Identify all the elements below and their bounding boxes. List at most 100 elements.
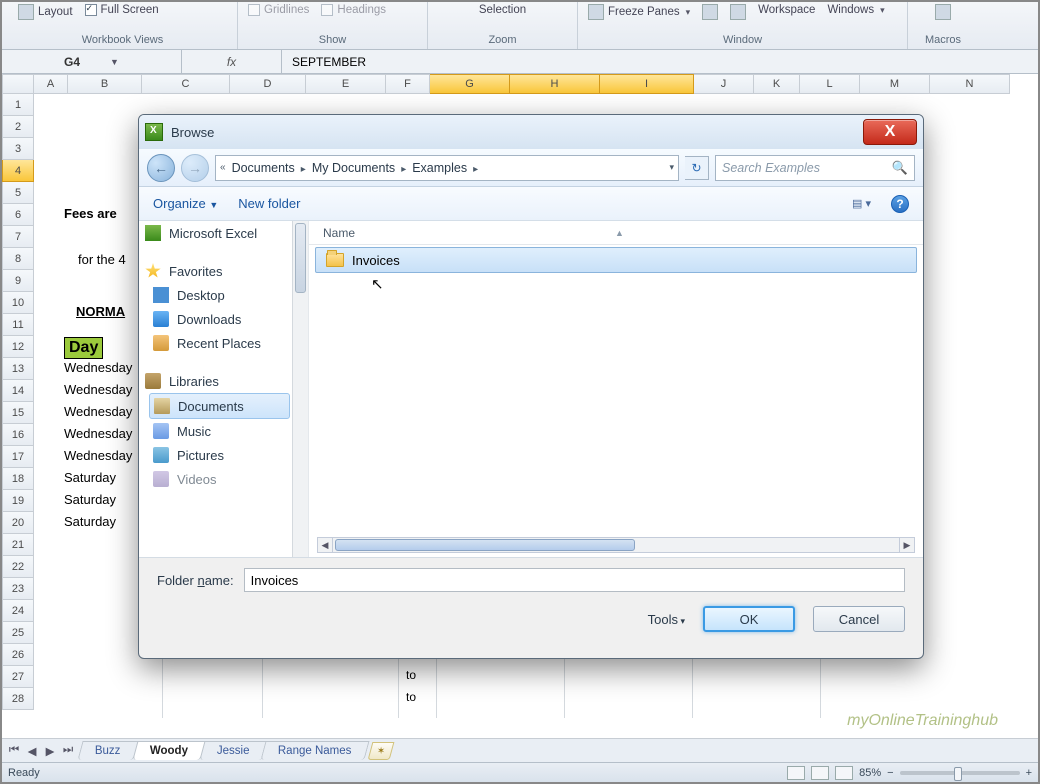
close-button[interactable]: X [863,119,917,145]
sidebar-item-music[interactable]: Music [139,419,308,443]
row-header-11[interactable]: 11 [2,314,34,336]
cancel-button[interactable]: Cancel [813,606,905,632]
layout-button[interactable]: Layout [18,4,73,20]
sidebar-item-documents[interactable]: Documents [149,393,290,419]
fullscreen-checkbox[interactable]: Full Screen [85,4,159,16]
zoom-slider[interactable] [900,771,1020,775]
fx-icon[interactable]: fx [182,50,282,73]
breadcrumb[interactable]: « Documents My Documents Examples ▾ [215,155,679,181]
tab-nav-next[interactable]: ▶ [42,743,58,759]
col-header-C[interactable]: C [142,74,230,94]
organize-menu[interactable]: Organize ▼ [153,196,218,211]
col-header-L[interactable]: L [800,74,860,94]
list-hscrollbar[interactable]: ◀▶ [317,537,915,553]
workspace-button[interactable]: Workspace [758,4,815,16]
sheet-tab-woody[interactable]: Woody [132,741,205,760]
view-options-button[interactable]: ▤ ▾ [852,197,871,210]
gridlines-checkbox[interactable]: Gridlines [248,4,309,16]
row-header-20[interactable]: 20 [2,512,34,534]
tab-nav-first[interactable]: ⏮ [6,743,22,759]
row-header-3[interactable]: 3 [2,138,34,160]
new-sheet-button[interactable]: ✶ [367,742,394,760]
ok-button[interactable]: OK [703,606,795,632]
sheet-tab-range-names[interactable]: Range Names [261,741,370,760]
sidebar-item-videos[interactable]: Videos [139,467,308,491]
col-header-F[interactable]: F [386,74,430,94]
row-header-21[interactable]: 21 [2,534,34,556]
list-header-name[interactable]: Name▲ [309,221,923,245]
row-header-2[interactable]: 2 [2,116,34,138]
col-header-J[interactable]: J [694,74,754,94]
sheet-tab-buzz[interactable]: Buzz [77,741,138,760]
row-header-28[interactable]: 28 [2,688,34,710]
row-header-6[interactable]: 6 [2,204,34,226]
zoom-selection-button[interactable]: Selection [479,4,526,16]
row-header-1[interactable]: 1 [2,94,34,116]
windows-button[interactable]: Windows [827,4,884,16]
list-item[interactable]: Invoices [315,247,917,273]
new-folder-button[interactable]: New folder [238,196,300,211]
split-button[interactable] [702,4,718,20]
row-header-10[interactable]: 10 [2,292,34,314]
search-input[interactable]: Search Examples 🔍 [715,155,915,181]
row-header-18[interactable]: 18 [2,468,34,490]
row-header-25[interactable]: 25 [2,622,34,644]
zoom-in-button[interactable]: + [1026,767,1032,779]
help-button[interactable]: ? [891,195,909,213]
row-header-26[interactable]: 26 [2,644,34,666]
row-header-9[interactable]: 9 [2,270,34,292]
row-header-8[interactable]: 8 [2,248,34,270]
row-header-4[interactable]: 4 [2,160,34,182]
row-header-24[interactable]: 24 [2,600,34,622]
sidebar-item-libraries[interactable]: Libraries [139,369,308,393]
tools-menu[interactable]: Tools [648,612,685,627]
folder-name-input[interactable] [244,568,905,592]
row-header-7[interactable]: 7 [2,226,34,248]
col-header-B[interactable]: B [68,74,142,94]
back-button[interactable]: ← [147,154,175,182]
row-header-22[interactable]: 22 [2,556,34,578]
freeze-panes-button[interactable]: Freeze Panes [588,4,690,20]
row-header-12[interactable]: 12 [2,336,34,358]
row-header-13[interactable]: 13 [2,358,34,380]
row-header-27[interactable]: 27 [2,666,34,688]
view-pagebreak-button[interactable] [835,766,853,780]
sidebar-item-pictures[interactable]: Pictures [139,443,308,467]
row-header-17[interactable]: 17 [2,446,34,468]
row-header-15[interactable]: 15 [2,402,34,424]
tab-nav-prev[interactable]: ◀ [24,743,40,759]
refresh-button[interactable]: ↻ [685,156,709,180]
zoom-out-button[interactable]: − [887,767,893,779]
row-header-23[interactable]: 23 [2,578,34,600]
row-header-14[interactable]: 14 [2,380,34,402]
col-header-E[interactable]: E [306,74,386,94]
col-header-A[interactable]: A [34,74,68,94]
headings-checkbox[interactable]: Headings [321,4,386,16]
col-header-H[interactable]: H [510,74,600,94]
sidebar-item-recent[interactable]: Recent Places [139,331,308,355]
col-header-N[interactable]: N [930,74,1010,94]
formula-value[interactable]: SEPTEMBER [282,55,366,69]
view-normal-button[interactable] [787,766,805,780]
col-header-K[interactable]: K [754,74,800,94]
macros-icon[interactable] [935,4,951,20]
sidebar-item-excel[interactable]: Microsoft Excel [139,221,308,245]
sidebar-item-favorites[interactable]: Favorites [139,259,308,283]
forward-button[interactable]: → [181,154,209,182]
col-header-I[interactable]: I [600,74,694,94]
row-header-19[interactable]: 19 [2,490,34,512]
name-box[interactable]: G4▼ [2,50,182,73]
col-header-D[interactable]: D [230,74,306,94]
sidebar-scrollbar[interactable] [292,221,308,557]
row-header-16[interactable]: 16 [2,424,34,446]
col-header-G[interactable]: G [430,74,510,94]
row-header-5[interactable]: 5 [2,182,34,204]
tab-nav-last[interactable]: ⏭ [60,743,76,759]
sheet-tab-jessie[interactable]: Jessie [199,741,267,760]
sidebar-item-desktop[interactable]: Desktop [139,283,308,307]
dialog-titlebar[interactable]: Browse X [139,115,923,149]
sidebar-item-downloads[interactable]: Downloads [139,307,308,331]
arrange-button[interactable] [730,4,746,20]
col-header-M[interactable]: M [860,74,930,94]
view-pagelayout-button[interactable] [811,766,829,780]
